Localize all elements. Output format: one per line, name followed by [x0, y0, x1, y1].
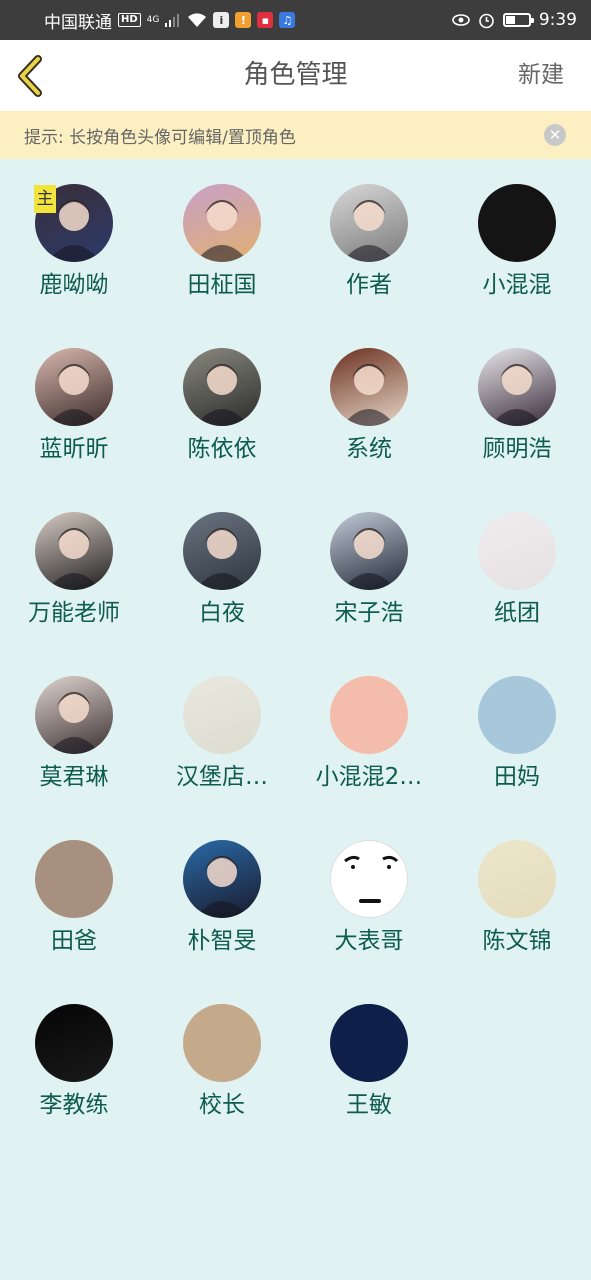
- character-name: 万能老师: [28, 600, 120, 626]
- character-item[interactable]: 宋子浩: [295, 487, 443, 651]
- character-name: 白夜: [199, 600, 245, 626]
- network-type: 4G: [146, 15, 160, 25]
- tip-banner: 提示: 长按角色头像可编辑/置顶角色 ✕: [0, 111, 591, 159]
- character-item[interactable]: 系统: [295, 323, 443, 487]
- character-item[interactable]: 莫君琳: [0, 651, 148, 815]
- plain-tan-icon[interactable]: [183, 1004, 261, 1082]
- photo-boy-sitting-icon[interactable]: [183, 512, 261, 590]
- alarm-icon: [479, 13, 494, 28]
- nav-bar: 角色管理 新建: [0, 40, 591, 111]
- paper-texture-icon[interactable]: [478, 512, 556, 590]
- back-arrow-icon: [18, 55, 42, 97]
- character-item[interactable]: 朴智旻: [148, 815, 296, 979]
- photo-girl-bangs-icon[interactable]: [35, 348, 113, 426]
- character-item[interactable]: 顾明浩: [443, 323, 591, 487]
- character-item[interactable]: 大表哥: [295, 815, 443, 979]
- photo-girl-hands-icon[interactable]: [35, 676, 113, 754]
- meme-face-icon[interactable]: [330, 840, 408, 918]
- plain-navy-icon[interactable]: [330, 1004, 408, 1082]
- plain-cream-icon[interactable]: [478, 840, 556, 918]
- tip-text: 提示: 长按角色头像可编辑/置顶角色: [24, 127, 296, 148]
- character-name: 朴智旻: [187, 928, 257, 954]
- character-item[interactable]: 小混混: [443, 159, 591, 323]
- character-item[interactable]: 主鹿呦呦: [0, 159, 148, 323]
- character-name: 作者: [346, 272, 392, 298]
- wifi-icon: [188, 13, 207, 27]
- plain-blue-icon[interactable]: [478, 676, 556, 754]
- hd-badge: HD: [118, 13, 141, 27]
- character-item[interactable]: 李教练: [0, 979, 148, 1143]
- character-item[interactable]: 田爸: [0, 815, 148, 979]
- photo-girl-street-icon[interactable]: [183, 348, 261, 426]
- character-name: 汉堡店…: [176, 764, 268, 790]
- character-name: 王敏: [346, 1092, 392, 1118]
- close-tip-button[interactable]: ✕: [544, 124, 566, 146]
- back-button[interactable]: [14, 54, 48, 98]
- character-name: 陈文锦: [482, 928, 552, 954]
- page-title: 角色管理: [243, 60, 348, 90]
- photo-boy-gray-icon[interactable]: [330, 184, 408, 262]
- photo-boy-suit-icon[interactable]: [183, 840, 261, 918]
- character-item[interactable]: 陈依依: [148, 323, 296, 487]
- character-name: 李教练: [39, 1092, 109, 1118]
- black-avatar-icon[interactable]: [478, 184, 556, 262]
- character-item[interactable]: 校长: [148, 979, 296, 1143]
- character-name: 大表哥: [334, 928, 404, 954]
- carrier-label: 中国联通: [44, 12, 112, 33]
- character-name: 小混混2…: [315, 764, 423, 790]
- new-character-button[interactable]: 新建: [518, 40, 564, 111]
- main-role-badge: 主: [34, 185, 56, 213]
- character-name: 田爸: [51, 928, 97, 954]
- battery-icon: [502, 13, 534, 27]
- character-name: 校长: [199, 1092, 245, 1118]
- anime-girl-icon[interactable]: [330, 348, 408, 426]
- photo-woman-black-icon[interactable]: [35, 512, 113, 590]
- plain-black-icon[interactable]: [35, 1004, 113, 1082]
- signal-icon: [165, 14, 180, 27]
- character-item[interactable]: 纸团: [443, 487, 591, 651]
- photo-boy-lattice-icon[interactable]: [330, 512, 408, 590]
- character-item[interactable]: 田柾国: [148, 159, 296, 323]
- character-item[interactable]: 小混混2…: [295, 651, 443, 815]
- plain-light-icon[interactable]: [183, 676, 261, 754]
- character-name: 小混混: [482, 272, 552, 298]
- character-name: 莫君琳: [39, 764, 109, 790]
- character-item[interactable]: 蓝昕昕: [0, 323, 148, 487]
- plain-taupe-icon[interactable]: [35, 840, 113, 918]
- eye-icon: [452, 14, 470, 26]
- character-name: 顾明浩: [482, 436, 552, 462]
- photo-boy-white-icon[interactable]: [478, 348, 556, 426]
- character-name: 系统: [346, 436, 392, 462]
- character-item[interactable]: 白夜: [148, 487, 296, 651]
- info-app-icon: i: [213, 12, 230, 28]
- music-app-icon: ♫: [279, 12, 296, 28]
- character-name: 田柾国: [187, 272, 257, 298]
- calendar-app-icon: ▪: [257, 12, 274, 28]
- character-item[interactable]: 陈文锦: [443, 815, 591, 979]
- notify-app-icon: !: [235, 12, 252, 28]
- character-item[interactable]: 万能老师: [0, 487, 148, 651]
- character-item[interactable]: 作者: [295, 159, 443, 323]
- clock: 9:39: [538, 10, 577, 30]
- character-name: 陈依依: [187, 436, 257, 462]
- character-item[interactable]: 王敏: [295, 979, 443, 1143]
- status-bar: 中国联通 HD 4G i ! ▪ ♫ 9:39: [0, 0, 591, 40]
- character-name: 纸团: [494, 600, 540, 626]
- character-name: 蓝昕昕: [39, 436, 109, 462]
- character-item[interactable]: 汉堡店…: [148, 651, 296, 815]
- character-name: 鹿呦呦: [39, 272, 109, 298]
- character-name: 宋子浩: [334, 600, 404, 626]
- plain-peach-icon[interactable]: [330, 676, 408, 754]
- character-name: 田妈: [494, 764, 540, 790]
- photo-boy-pink-hair-icon[interactable]: [183, 184, 261, 262]
- character-item[interactable]: 田妈: [443, 651, 591, 815]
